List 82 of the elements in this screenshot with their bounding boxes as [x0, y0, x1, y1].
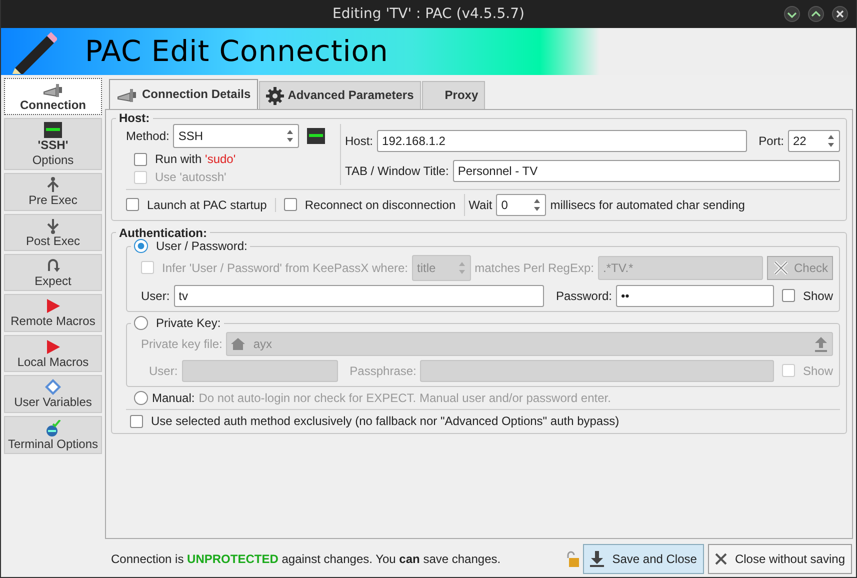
terminal-icon [44, 122, 62, 138]
minimize-icon[interactable] [784, 6, 800, 22]
checkbox[interactable] [126, 198, 139, 212]
tab[interactable]: Advanced Parameters [258, 81, 421, 109]
sidebar-tab[interactable]: Connection [4, 78, 102, 116]
field-label: Private key file: [141, 336, 222, 351]
arrow-down-icon [46, 218, 60, 234]
padlock-icon [565, 551, 580, 567]
password-field[interactable]: •• [616, 284, 774, 307]
field-label: millisecs for automated char sending [550, 198, 745, 212]
manual-description: Do not auto-login nor check for EXPECT. Manual user and/or password enter. [198, 390, 611, 406]
arrow-up-icon [46, 177, 60, 194]
checkbox-label: Use selected auth method exclusively (no fallback nor "Advanced Options" auth bypass) [151, 414, 620, 429]
section-label: Host: [118, 112, 151, 124]
radio-button[interactable] [134, 316, 148, 330]
sidebar-tab[interactable]: Expect [4, 254, 102, 292]
sidebar-tab[interactable]: Post Exec [4, 214, 102, 251]
user-field[interactable]: tv [174, 284, 544, 307]
radio-label: User / Password: [156, 240, 248, 252]
gear-icon [266, 86, 284, 104]
upload-icon [814, 336, 828, 352]
sidebar-tab[interactable]: User Variables [4, 375, 102, 413]
method-dropdown[interactable]: SSH [173, 124, 300, 148]
close-icon [714, 553, 727, 565]
play-icon [46, 298, 60, 314]
field-label: User: [141, 288, 170, 303]
checkbox[interactable] [284, 198, 297, 212]
save-button[interactable]: Save and Close [583, 544, 704, 574]
sidebar-tab[interactable]: Pre Exec [4, 173, 102, 211]
maximize-icon[interactable] [808, 6, 824, 22]
terminal-icon [307, 128, 326, 144]
checkbox-label: Show [802, 364, 833, 378]
checkbox-label: Launch at PAC startup [147, 198, 267, 212]
close-button[interactable]: Close without saving [708, 544, 852, 574]
host-field[interactable]: 192.168.1.2 [377, 130, 747, 152]
close-icon[interactable] [832, 6, 848, 22]
field-label: Host: [345, 134, 374, 148]
wait-field[interactable]: 0 [496, 194, 546, 216]
sidebar-tab[interactable]: 'SSH' Options [4, 118, 102, 170]
radio-button[interactable] [134, 390, 148, 405]
field-label: Passphrase: [350, 364, 416, 378]
sidebar-tab[interactable]: Terminal Options [4, 416, 102, 454]
checkbox-label: Reconnect on disconnection [304, 198, 456, 212]
field-label: Password: [556, 288, 612, 303]
field-label: Method: [126, 128, 170, 144]
spin-arrows-icon [827, 134, 835, 148]
plug-icon [42, 82, 64, 98]
tab-title-field[interactable]: Personnel - TV [452, 160, 840, 182]
field-label: matches Perl RegExp: [474, 260, 594, 275]
checkbox[interactable] [130, 414, 143, 428]
banner-title: PAC Edit Connection [85, 34, 388, 69]
home-icon [231, 338, 246, 350]
spin-arrows-icon [533, 198, 542, 212]
radio-label: Manual: [152, 390, 195, 406]
sidebar-tab[interactable]: Remote Macros [4, 294, 102, 332]
checkbox[interactable] [134, 152, 147, 166]
checkbox-label: Show [802, 288, 833, 303]
spin-arrows-icon [286, 129, 294, 143]
download-icon [590, 551, 604, 567]
loop-arrow-icon [46, 258, 60, 274]
field-label: Wait [468, 198, 492, 212]
section-label: Authentication: [118, 226, 208, 239]
radio-button[interactable] [134, 238, 148, 253]
checkbox[interactable] [782, 289, 795, 302]
window-title: Editing 'TV' : PAC (v4.5.5.7) [332, 6, 524, 22]
checkbox-label: Use 'autossh' [155, 170, 226, 185]
play-icon [46, 338, 60, 355]
port-field[interactable]: 22 [788, 130, 840, 152]
checkbox-label: Infer 'User / Password' from KeePassX where: [162, 260, 408, 275]
tab[interactable]: Proxy [422, 81, 486, 109]
field-label: User: [149, 364, 178, 378]
status-message: Connection is UNPROTECTED against changes. You can save changes. [111, 552, 502, 566]
field-label: Port: [758, 134, 784, 148]
checkbox-label: Run with 'sudo' [155, 152, 236, 166]
field-label: TAB / Window Title: [345, 164, 449, 178]
plug-icon [116, 86, 138, 102]
tab[interactable]: Connection Details [109, 79, 258, 109]
diamond-icon [45, 379, 61, 396]
spin-arrows-icon [458, 260, 466, 275]
radio-label: Private Key: [156, 316, 221, 329]
globe-icon [45, 420, 61, 437]
sidebar-tab[interactable]: Local Macros [4, 334, 102, 372]
